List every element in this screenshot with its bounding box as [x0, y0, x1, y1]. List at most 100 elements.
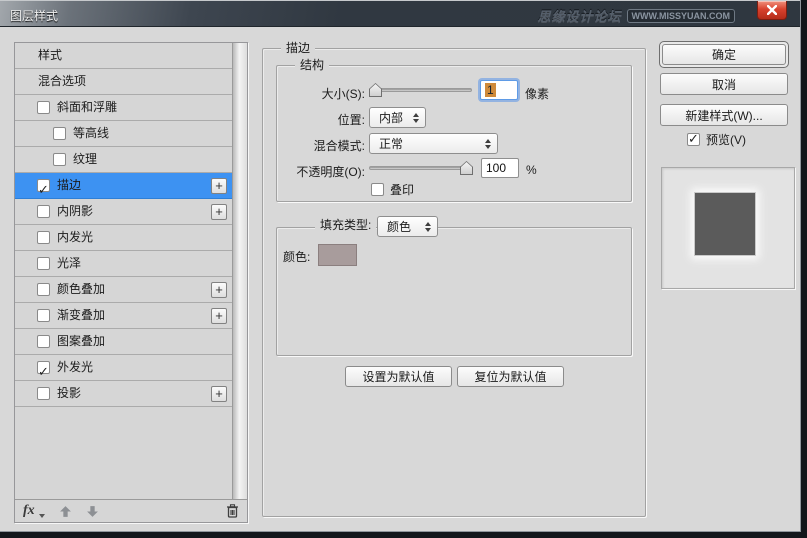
effect-enable-checkbox[interactable]: [37, 387, 50, 400]
style-item-label: 描边: [57, 178, 82, 192]
preview-checkbox[interactable]: 预览(V): [687, 131, 746, 148]
effect-enable-checkbox[interactable]: [37, 177, 50, 202]
style-list-footer: fx: [15, 499, 247, 522]
style-item-label: 纹理: [73, 152, 98, 166]
structure-group-title: 结构: [295, 58, 330, 73]
style-item-label: 混合选项: [38, 74, 87, 88]
dialog-title: 图层样式: [10, 9, 59, 23]
size-input[interactable]: 1: [480, 80, 518, 100]
add-effect-instance-button[interactable]: +: [211, 282, 227, 298]
size-slider-track[interactable]: [369, 88, 472, 92]
cancel-button[interactable]: 取消: [660, 73, 788, 95]
style-item-label: 图案叠加: [57, 334, 106, 348]
overprint-checkbox[interactable]: 叠印: [371, 181, 414, 198]
style-item-label: 颜色叠加: [57, 282, 106, 296]
style-item-label: 投影: [57, 386, 82, 400]
stroke-group-title: 描边: [281, 41, 316, 56]
scrollbar-track[interactable]: [232, 43, 247, 500]
trash-icon: [227, 504, 238, 518]
effect-enable-checkbox[interactable]: [37, 309, 50, 322]
style-item-label: 样式: [38, 48, 63, 62]
watermark: 思缘设计论坛 WWW.MISSYUAN.COM: [537, 6, 735, 25]
add-effect-instance-button[interactable]: +: [211, 308, 227, 324]
style-item-label: 等高线: [73, 126, 110, 140]
style-list-item[interactable]: 等高线: [15, 121, 233, 147]
arrow-up-icon: [59, 505, 71, 517]
preview-square: [694, 192, 756, 256]
add-effect-instance-button[interactable]: +: [211, 204, 227, 220]
dropdown-arrows-icon: [413, 112, 419, 123]
reset-default-button[interactable]: 复位为默认值: [457, 366, 564, 387]
effect-enable-checkbox[interactable]: [37, 205, 50, 218]
effect-enable-checkbox[interactable]: [53, 153, 66, 166]
effect-enable-checkbox[interactable]: [37, 257, 50, 270]
position-dropdown[interactable]: 内部: [369, 107, 426, 128]
move-down-button[interactable]: [86, 505, 99, 518]
opacity-slider[interactable]: [369, 161, 473, 175]
style-list-item[interactable]: 内阴影 +: [15, 199, 233, 225]
effect-enable-checkbox[interactable]: [53, 127, 66, 140]
style-item-label: 外发光: [57, 360, 94, 374]
color-label: 颜色:: [283, 250, 311, 264]
delete-effect-button[interactable]: [226, 504, 239, 518]
fx-menu-caret-icon: [38, 514, 45, 518]
size-slider-thumb[interactable]: [369, 83, 382, 97]
opacity-label: 不透明度(O):: [296, 165, 365, 179]
style-list-item[interactable]: 颜色叠加 +: [15, 277, 233, 303]
size-label: 大小(S):: [321, 87, 365, 101]
fx-menu-button[interactable]: fx: [23, 503, 35, 519]
close-icon: [767, 5, 777, 15]
blend-mode-label: 混合模式:: [313, 139, 365, 153]
add-effect-instance-button[interactable]: +: [211, 386, 227, 402]
opacity-slider-thumb[interactable]: [460, 161, 473, 175]
style-list-item[interactable]: 混合选项: [15, 69, 233, 95]
style-list-item[interactable]: 渐变叠加 +: [15, 303, 233, 329]
style-item-label: 光泽: [57, 256, 82, 270]
add-effect-instance-button[interactable]: +: [211, 178, 227, 194]
style-list-item[interactable]: 光泽: [15, 251, 233, 277]
stroke-color-swatch[interactable]: [318, 244, 357, 266]
opacity-slider-track[interactable]: [369, 166, 473, 170]
arrow-down-icon: [86, 505, 98, 517]
dropdown-arrows-icon: [425, 221, 431, 232]
layer-style-dialog: 图层样式 思缘设计论坛 WWW.MISSYUAN.COM 样式混合选项斜面和浮雕…: [0, 0, 801, 532]
style-list-item[interactable]: 投影 +: [15, 381, 233, 407]
style-item-label: 内阴影: [57, 204, 94, 218]
fill-type-dropdown[interactable]: 颜色: [377, 216, 438, 237]
style-list-item[interactable]: 图案叠加: [15, 329, 233, 355]
preview-checkbox-box[interactable]: [687, 131, 700, 147]
effect-enable-checkbox[interactable]: [37, 283, 50, 296]
style-list-item[interactable]: 内发光: [15, 225, 233, 251]
style-item-label: 渐变叠加: [57, 308, 106, 322]
effect-enable-checkbox[interactable]: [37, 359, 50, 384]
style-list-item[interactable]: 样式: [15, 43, 233, 69]
title-bar[interactable]: 图层样式 思缘设计论坛 WWW.MISSYUAN.COM: [0, 0, 800, 27]
ok-button[interactable]: 确定: [662, 44, 786, 65]
close-button[interactable]: [757, 1, 787, 20]
style-list: 样式混合选项斜面和浮雕等高线纹理描边 + 内阴影 + 内发光光泽颜色叠加 + 渐变叠加 + 图案…: [15, 43, 233, 407]
preview-label: 预览(V): [706, 133, 746, 147]
position-label: 位置:: [337, 113, 365, 127]
fill-type-label: 填充类型:: [315, 218, 377, 233]
size-slider[interactable]: [369, 83, 472, 97]
new-style-button[interactable]: 新建样式(W)...: [660, 104, 788, 126]
effect-enable-checkbox[interactable]: [37, 231, 50, 244]
watermark-brand: 思缘设计论坛: [537, 9, 622, 24]
style-list-item[interactable]: 斜面和浮雕: [15, 95, 233, 121]
style-item-label: 斜面和浮雕: [57, 100, 118, 114]
overprint-checkbox-box[interactable]: [371, 183, 384, 196]
watermark-url: WWW.MISSYUAN.COM: [626, 8, 735, 23]
style-item-label: 内发光: [57, 230, 94, 244]
effect-enable-checkbox[interactable]: [37, 335, 50, 348]
overprint-label: 叠印: [390, 183, 415, 197]
style-list-item[interactable]: 外发光: [15, 355, 233, 384]
effect-enable-checkbox[interactable]: [37, 101, 50, 114]
blend-mode-dropdown[interactable]: 正常: [369, 133, 498, 154]
size-unit: 像素: [525, 87, 550, 101]
style-list-item[interactable]: 纹理: [15, 147, 233, 173]
preview-panel: [661, 167, 795, 289]
move-up-button[interactable]: [59, 505, 72, 518]
style-list-item[interactable]: 描边 +: [15, 173, 233, 202]
set-default-button[interactable]: 设置为默认值: [345, 366, 452, 387]
opacity-input[interactable]: 100: [481, 158, 519, 178]
